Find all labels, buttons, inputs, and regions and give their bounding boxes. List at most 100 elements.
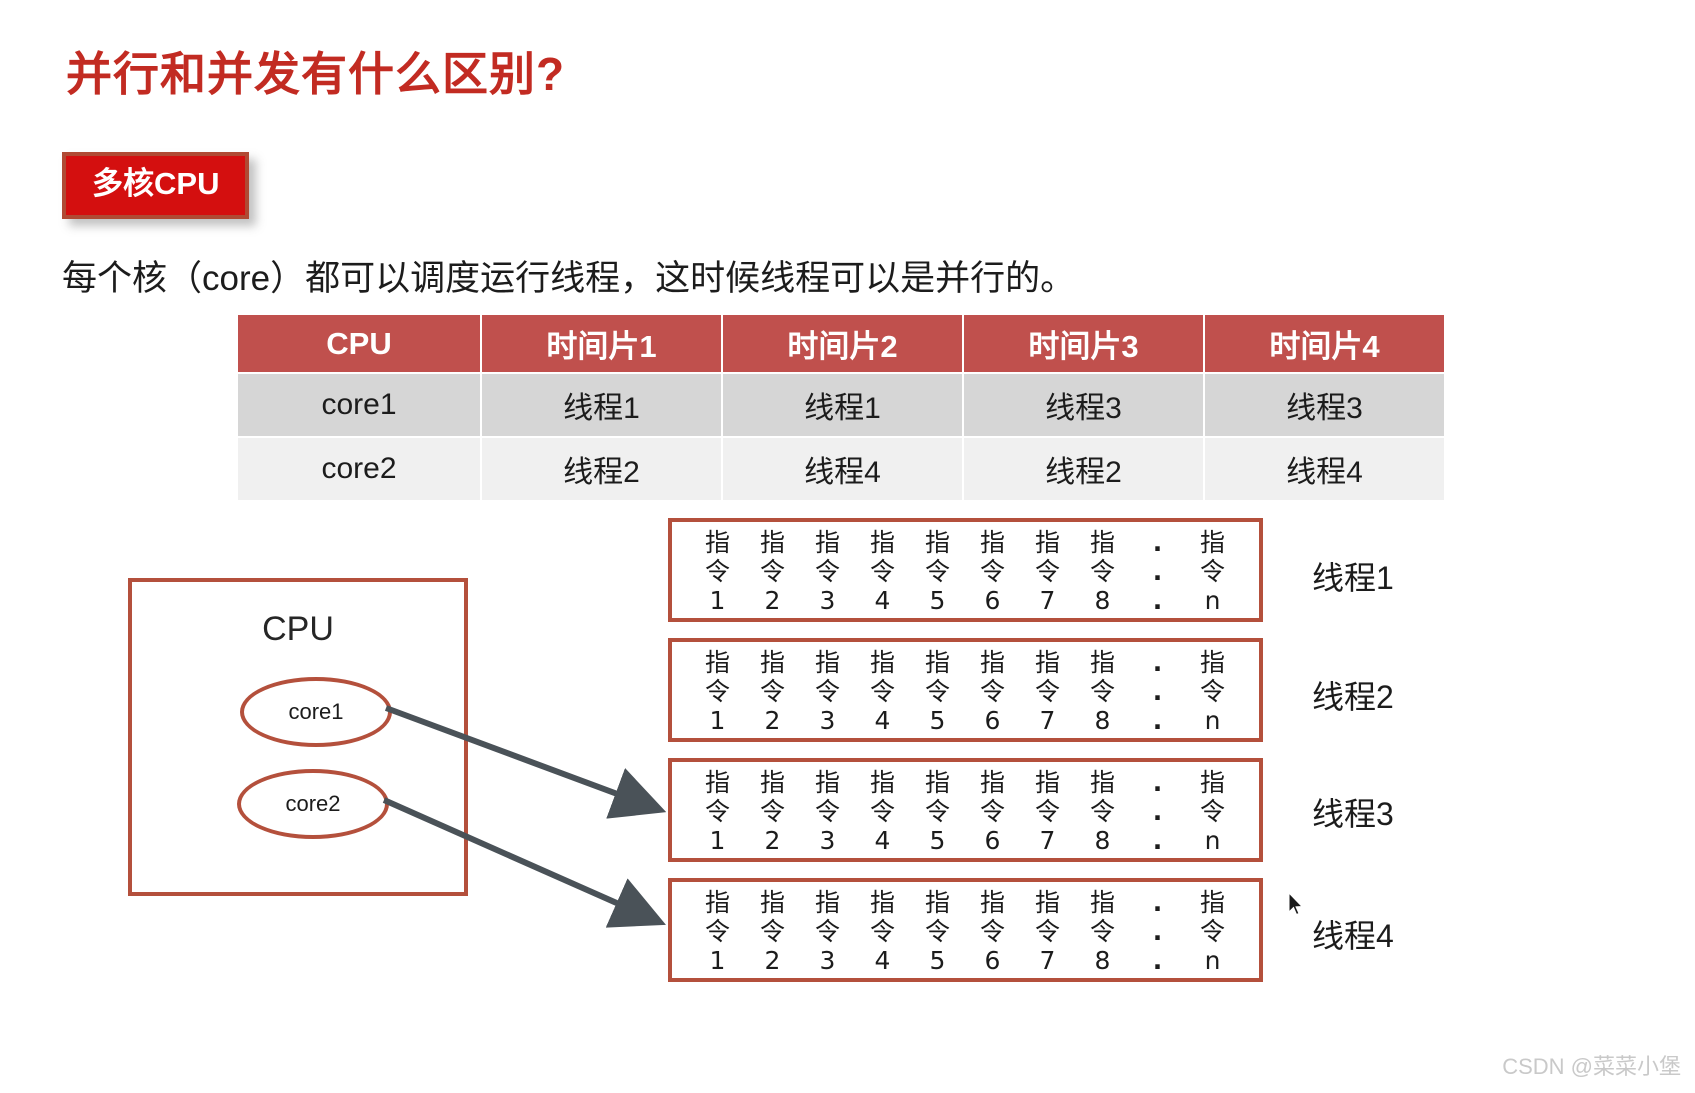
instr-char: 令 — [1089, 677, 1115, 706]
instruction-row-top: 指 指 指 指 指 指 指 指 . 指 — [690, 768, 1245, 797]
instr-char: 指 — [814, 888, 840, 917]
instruction-row-top: 指 指 指 指 指 指 指 指 . 指 — [690, 528, 1245, 557]
instr-char: 指 — [1089, 888, 1115, 917]
instr-char: 令 — [1199, 917, 1225, 946]
instr-char: 指 — [869, 648, 895, 677]
instr-index: n — [1204, 706, 1221, 735]
instr-index: 6 — [984, 946, 1001, 975]
instr-char: 令 — [814, 917, 840, 946]
instr-char: 令 — [869, 917, 895, 946]
cell-thread: 线程3 — [962, 372, 1205, 438]
instr-char: 令 — [814, 677, 840, 706]
instr-char: 令 — [814, 797, 840, 826]
instr-char: 令 — [1199, 677, 1225, 706]
core2-ellipse: core2 — [237, 769, 389, 839]
instr-char: 指 — [1034, 768, 1060, 797]
instruction-row-mid: 令 令 令 令 令 令 令 令 . 令 — [690, 797, 1245, 826]
instruction-row-num: 1 2 3 4 5 6 7 8 . n — [690, 826, 1245, 855]
subtitle-text: 每个核（core）都可以调度运行线程，这时候线程可以是并行的。 — [62, 259, 1076, 298]
instr-char: 指 — [924, 888, 950, 917]
instr-ellipsis: . — [1152, 557, 1163, 586]
instr-char: 令 — [979, 557, 1005, 586]
instr-ellipsis: . — [1152, 677, 1163, 706]
table-header-slice-3: 时间片3 — [962, 313, 1205, 374]
instr-char: 指 — [814, 528, 840, 557]
badge-container: 多核CPU — [62, 152, 250, 219]
table-header-slice-4: 时间片4 — [1203, 313, 1446, 374]
schedule-table: CPU 时间片1 时间片2 时间片3 时间片4 core1 线程1 线程1 线程… — [236, 313, 1446, 502]
instr-index: 1 — [709, 706, 726, 735]
instr-char: 指 — [759, 648, 785, 677]
core1-ellipse: core1 — [240, 677, 392, 747]
instr-char: 令 — [924, 677, 950, 706]
thread-label-4: 线程4 — [1312, 918, 1394, 954]
multicore-cpu-badge: 多核CPU — [62, 152, 250, 219]
instr-char: 指 — [1089, 528, 1115, 557]
instr-index: 4 — [874, 586, 891, 615]
mouse-cursor-icon — [1288, 892, 1304, 916]
instruction-box-thread3: 指 指 指 指 指 指 指 指 . 指 令 令 令 令 令 令 令 令 . 令 … — [668, 758, 1263, 862]
instr-index: 3 — [819, 706, 836, 735]
instr-char: 指 — [814, 768, 840, 797]
instr-char: 令 — [759, 797, 785, 826]
instr-char: 指 — [704, 768, 730, 797]
instr-ellipsis: . — [1152, 768, 1163, 797]
cell-thread: 线程4 — [1203, 436, 1446, 502]
instruction-row-top: 指 指 指 指 指 指 指 指 . 指 — [690, 648, 1245, 677]
instr-char: 指 — [1034, 648, 1060, 677]
instr-char: 令 — [1199, 797, 1225, 826]
table-row: core2 线程2 线程4 线程2 线程4 — [236, 436, 1446, 502]
instr-index: 5 — [929, 586, 946, 615]
thread-label-2: 线程2 — [1312, 679, 1394, 715]
instr-char: 令 — [704, 677, 730, 706]
cell-core-name: core2 — [236, 436, 482, 502]
instr-index: 2 — [764, 706, 781, 735]
instr-index: n — [1204, 586, 1221, 615]
instr-char: 令 — [979, 797, 1005, 826]
instr-index: 3 — [819, 946, 836, 975]
instr-index: 4 — [874, 946, 891, 975]
instr-ellipsis: . — [1152, 826, 1163, 855]
instr-char: 指 — [1199, 888, 1225, 917]
instr-ellipsis: . — [1152, 648, 1163, 677]
instr-char: 指 — [1199, 768, 1225, 797]
instr-char: 令 — [979, 917, 1005, 946]
instr-index: 1 — [709, 586, 726, 615]
instr-char: 令 — [759, 677, 785, 706]
instr-char: 指 — [1089, 768, 1115, 797]
instr-char: 令 — [1199, 557, 1225, 586]
instr-char: 令 — [1089, 797, 1115, 826]
instr-char: 令 — [814, 557, 840, 586]
table-header-row: CPU 时间片1 时间片2 时间片3 时间片4 — [236, 313, 1446, 374]
cell-thread: 线程2 — [962, 436, 1205, 502]
table-header-slice-2: 时间片2 — [721, 313, 964, 374]
instr-char: 令 — [1089, 557, 1115, 586]
instr-ellipsis: . — [1152, 528, 1163, 557]
instr-char: 指 — [704, 648, 730, 677]
instr-ellipsis: . — [1152, 586, 1163, 615]
instr-ellipsis: . — [1152, 946, 1163, 975]
instr-char: 令 — [1089, 917, 1115, 946]
instr-index: n — [1204, 826, 1221, 855]
instr-index: 5 — [929, 946, 946, 975]
instr-index: 1 — [709, 826, 726, 855]
instr-char: 指 — [869, 768, 895, 797]
instr-index: 2 — [764, 826, 781, 855]
instr-char: 指 — [924, 648, 950, 677]
instruction-row-top: 指 指 指 指 指 指 指 指 . 指 — [690, 888, 1245, 917]
instr-index: 3 — [819, 586, 836, 615]
instr-char: 令 — [1034, 677, 1060, 706]
instr-char: 指 — [1199, 648, 1225, 677]
instr-char: 指 — [1034, 888, 1060, 917]
instr-char: 指 — [979, 888, 1005, 917]
instr-index: 2 — [764, 586, 781, 615]
instr-index: 8 — [1094, 586, 1111, 615]
instruction-row-mid: 令 令 令 令 令 令 令 令 . 令 — [690, 677, 1245, 706]
instr-char: 指 — [1089, 648, 1115, 677]
instr-char: 指 — [869, 528, 895, 557]
instruction-row-num: 1 2 3 4 5 6 7 8 . n — [690, 706, 1245, 735]
thread-label-1: 线程1 — [1312, 560, 1394, 596]
instruction-row-mid: 令 令 令 令 令 令 令 令 . 令 — [690, 917, 1245, 946]
instr-char: 指 — [979, 768, 1005, 797]
instr-index: 6 — [984, 826, 1001, 855]
